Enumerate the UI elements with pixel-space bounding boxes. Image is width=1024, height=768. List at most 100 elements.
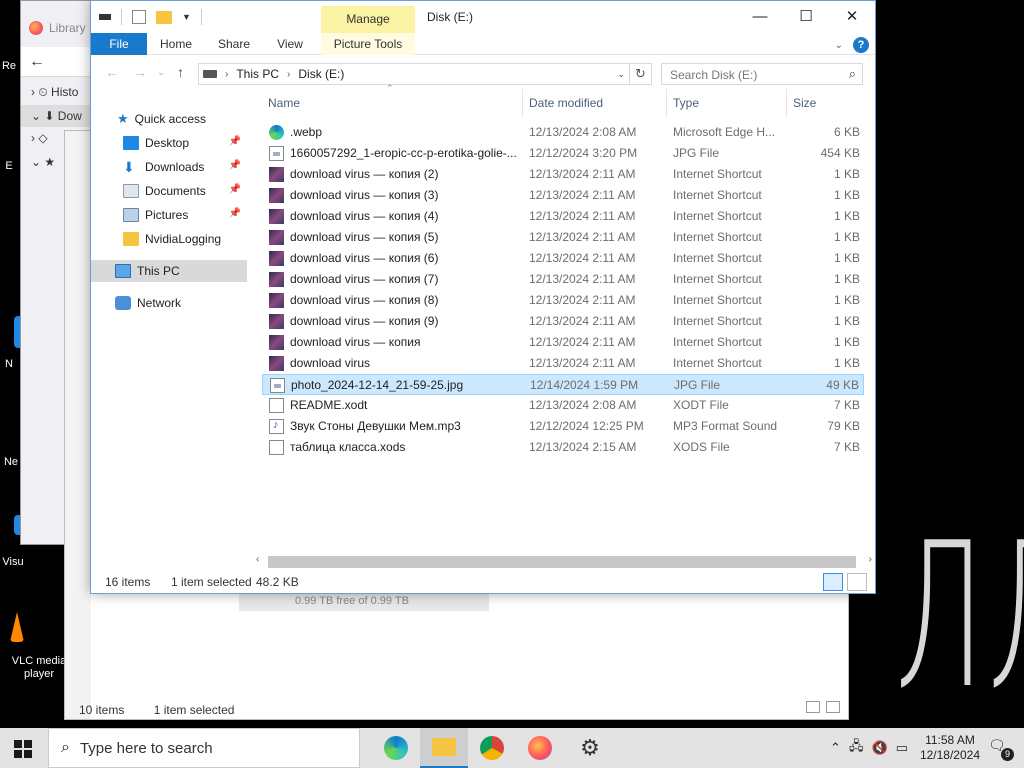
taskbar-settings[interactable]: ⚙ <box>566 728 614 768</box>
file-type: Internet Shortcut <box>673 335 762 349</box>
network-icon[interactable]: 🖧 <box>849 737 864 759</box>
star-icon[interactable]: ⌄ ★ <box>31 155 55 169</box>
pictures-icon <box>123 208 139 222</box>
tab-home[interactable]: Home <box>153 33 199 55</box>
file-row[interactable]: таблица класса.xods 12/13/2024 2:15 AM XOD… <box>262 437 864 458</box>
notification-icon[interactable]: 🗨 9 <box>988 737 1014 761</box>
desktop-icon-label[interactable]: Visu <box>0 556 48 569</box>
start-button[interactable] <box>14 740 32 758</box>
nav-documents[interactable]: Documents 📌 <box>91 180 247 202</box>
file-row[interactable]: download virus — копия (4) 12/13/2024 2:1… <box>262 206 864 227</box>
search-input[interactable]: Search Disk (E:) ⌕ <box>661 63 863 85</box>
battery-icon[interactable]: ▭ <box>896 740 908 756</box>
horizontal-scrollbar[interactable]: ‹ › <box>254 554 872 570</box>
help-icon[interactable]: ? <box>853 37 869 53</box>
customize-qat-icon[interactable]: ▼ <box>182 12 191 22</box>
taskbar-chrome[interactable] <box>468 728 516 768</box>
back-arrow-icon[interactable]: ← <box>105 64 119 80</box>
manage-tab[interactable]: Manage <box>321 6 415 33</box>
clock[interactable]: 11:58 AM 12/18/2024 <box>920 733 980 763</box>
column-header-date[interactable]: Date modified <box>529 89 603 117</box>
vlc-icon[interactable] <box>10 612 24 642</box>
column-divider[interactable] <box>666 89 667 117</box>
refresh-icon[interactable]: ↻ <box>630 63 652 85</box>
column-divider[interactable] <box>786 89 787 117</box>
file-name: download virus — копия (7) <box>290 272 439 286</box>
file-row[interactable]: download virus — копия (6) 12/13/2024 2:1… <box>262 248 864 269</box>
file-row[interactable]: download virus — копия 12/13/2024 2:11 AM… <box>262 332 864 353</box>
properties-icon[interactable] <box>132 10 146 24</box>
file-row[interactable]: download virus — копия (8) 12/13/2024 2:1… <box>262 290 864 311</box>
nav-pictures[interactable]: Pictures 📌 <box>91 204 247 226</box>
close-button[interactable]: ✕ <box>829 1 875 31</box>
column-header-type[interactable]: Type <box>673 89 699 117</box>
scrollbar-thumb[interactable] <box>268 556 856 568</box>
nav-desktop[interactable]: Desktop 📌 <box>91 132 247 154</box>
file-row[interactable]: README.xodt 12/13/2024 2:08 AM XODT File 7 … <box>262 395 864 416</box>
system-tray: ⌃ 🖧 🔇 ▭ 11:58 AM 12/18/2024 🗨 9 <box>826 728 1024 768</box>
details-view-icon[interactable] <box>823 573 843 591</box>
large-icons-view-icon[interactable] <box>847 573 867 591</box>
chevron-up-icon[interactable]: ⌃ <box>830 740 841 756</box>
file-row[interactable]: download virus — копия (9) 12/13/2024 2:1… <box>262 311 864 332</box>
tab-view[interactable]: View <box>267 33 313 55</box>
file-size: 7 KB <box>833 440 860 454</box>
address-bar[interactable]: › This PC › Disk (E:) ⌄ <box>198 63 630 85</box>
column-header-size[interactable]: Size <box>793 89 816 117</box>
scroll-right-icon[interactable]: › <box>869 554 872 565</box>
nav-label: This PC <box>137 264 180 278</box>
title-bar[interactable]: ▼ Manage Disk (E:) — ☐ ✕ <box>91 1 875 33</box>
file-row[interactable]: download virus — копия (7) 12/13/2024 2:1… <box>262 269 864 290</box>
file-row[interactable]: Звук Стоны Девушки Мем.mp3 12/12/2024 12:… <box>262 416 864 437</box>
taskbar-search[interactable]: ⌕ Type here to search <box>48 728 360 768</box>
file-row[interactable]: download virus — копия (2) 12/13/2024 2:1… <box>262 164 864 185</box>
volume-muted-icon[interactable]: 🔇 <box>871 740 887 756</box>
minimize-button[interactable]: — <box>737 1 783 31</box>
internet-shortcut-icon <box>269 167 284 182</box>
up-arrow-icon[interactable]: ↑ <box>177 64 184 80</box>
breadcrumb-this-pc[interactable]: This PC <box>236 67 279 81</box>
nav-this-pc[interactable]: This PC <box>91 260 247 282</box>
back-arrow-icon[interactable]: ← <box>29 53 45 71</box>
file-row[interactable]: .webp 12/13/2024 2:08 AM Microsoft Edge H.… <box>262 122 864 143</box>
details-view-icon[interactable] <box>806 701 820 713</box>
view-buttons <box>823 573 867 591</box>
file-row[interactable]: photo_2024-12-14_21-59-25.jpg 12/14/2024 … <box>262 374 864 395</box>
column-divider[interactable] <box>522 89 523 117</box>
status-item-count: 16 items <box>105 575 151 589</box>
large-icons-view-icon[interactable] <box>826 701 840 713</box>
address-dropdown-icon[interactable]: ⌄ <box>617 69 625 80</box>
nav-network[interactable]: Network <box>91 292 247 314</box>
new-folder-icon[interactable] <box>156 10 172 24</box>
library-item-selected[interactable]: ⌄ ⬇ Dow <box>21 105 99 127</box>
chevron-right-icon[interactable]: › <box>225 69 228 80</box>
tab-share[interactable]: Share <box>211 33 257 55</box>
window-controls: — ☐ ✕ <box>737 1 875 31</box>
taskbar-firefox[interactable] <box>516 728 564 768</box>
explorer-window[interactable]: ▼ Manage Disk (E:) — ☐ ✕ File Home Share… <box>90 0 876 594</box>
forward-arrow-icon[interactable]: → <box>133 64 147 80</box>
scroll-left-icon[interactable]: ‹ <box>256 554 259 565</box>
nav-nvidialogging[interactable]: NvidiaLogging <box>91 228 247 250</box>
file-row[interactable]: download virus 12/13/2024 2:11 AM Internet… <box>262 353 864 374</box>
taskbar-edge[interactable] <box>372 728 420 768</box>
tab-picture-tools[interactable]: Picture Tools <box>321 33 415 55</box>
file-row[interactable]: 1660057292_1-eropic-cc-p-erotika-golie-.… <box>262 143 864 164</box>
recent-locations-icon[interactable]: ⌄ <box>157 67 165 78</box>
file-row[interactable]: download virus — копия (3) 12/13/2024 2:1… <box>262 185 864 206</box>
nav-quick-access[interactable]: ★ Quick access <box>91 108 247 130</box>
expand-ribbon-icon[interactable]: ⌄ <box>835 40 843 51</box>
chevron-right-icon[interactable]: › <box>287 69 290 80</box>
file-row[interactable]: download virus — копия (5) 12/13/2024 2:1… <box>262 227 864 248</box>
file-name: download virus — копия (8) <box>290 293 439 307</box>
library-item[interactable]: › ⏲ Histo <box>31 85 78 100</box>
file-type: Microsoft Edge H... <box>673 125 776 139</box>
column-header-name[interactable]: Name <box>268 89 300 117</box>
file-date: 12/14/2024 1:59 PM <box>530 378 639 392</box>
tags-icon[interactable]: › ◇ <box>31 131 48 145</box>
nav-downloads[interactable]: ⬇ Downloads 📌 <box>91 156 247 178</box>
taskbar-file-explorer[interactable] <box>420 728 468 768</box>
maximize-button[interactable]: ☐ <box>783 1 829 31</box>
breadcrumb-disk-e[interactable]: Disk (E:) <box>298 67 344 81</box>
tab-file[interactable]: File <box>91 33 147 55</box>
